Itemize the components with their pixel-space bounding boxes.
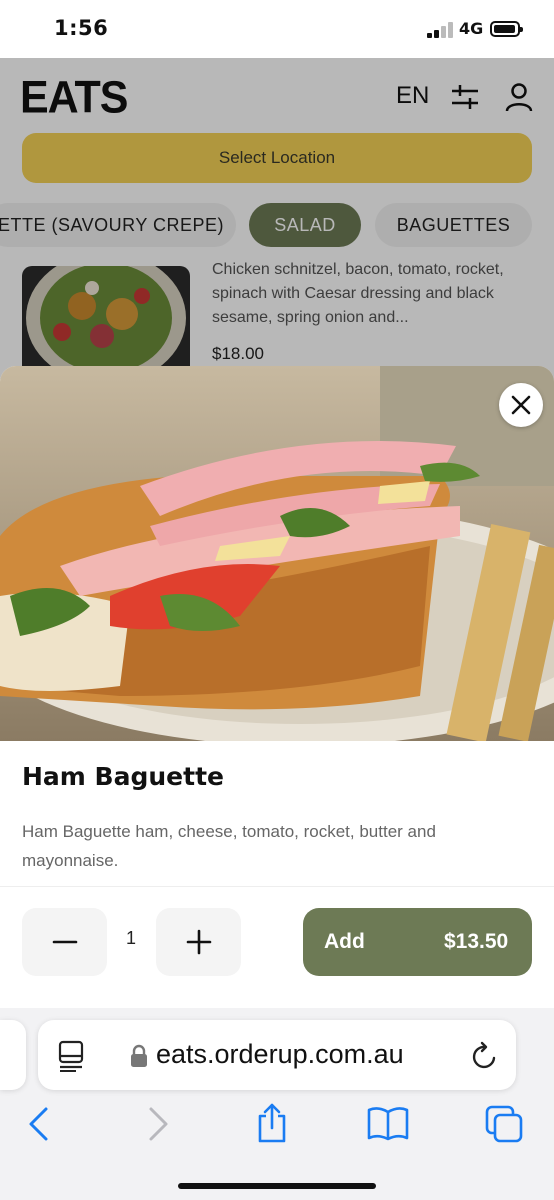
previous-tab-preview[interactable] <box>0 1020 26 1090</box>
item-title: Ham Baguette <box>22 762 224 791</box>
quantity-value: 1 <box>125 928 136 948</box>
signal-icon <box>427 22 455 38</box>
share-icon[interactable] <box>255 1102 289 1144</box>
status-time: 1:56 <box>54 16 109 40</box>
url-text[interactable]: eats.orderup.com.au <box>156 1039 404 1070</box>
close-button[interactable] <box>499 383 543 427</box>
decrease-quantity-button[interactable] <box>22 908 107 976</box>
item-description: Ham Baguette ham, cheese, tomato, rocket… <box>22 822 436 870</box>
add-button-price: $13.50 <box>444 930 509 953</box>
minus-icon <box>52 940 78 944</box>
reader-mode-icon[interactable] <box>58 1040 86 1072</box>
close-icon <box>511 395 531 415</box>
battery-icon <box>490 21 523 37</box>
network-label: 4G <box>459 19 484 38</box>
lock-icon <box>131 1044 147 1067</box>
tabs-icon[interactable] <box>484 1104 524 1144</box>
bookmarks-icon[interactable] <box>366 1106 410 1142</box>
add-button-label: Add <box>324 930 365 953</box>
divider <box>0 886 554 887</box>
back-icon[interactable] <box>26 1106 52 1142</box>
home-indicator <box>178 1183 376 1189</box>
increase-quantity-button[interactable] <box>156 908 241 976</box>
ham-baguette-image <box>0 366 554 741</box>
reload-icon[interactable] <box>470 1040 500 1072</box>
plus-icon <box>186 929 212 955</box>
forward-icon[interactable] <box>145 1106 171 1142</box>
